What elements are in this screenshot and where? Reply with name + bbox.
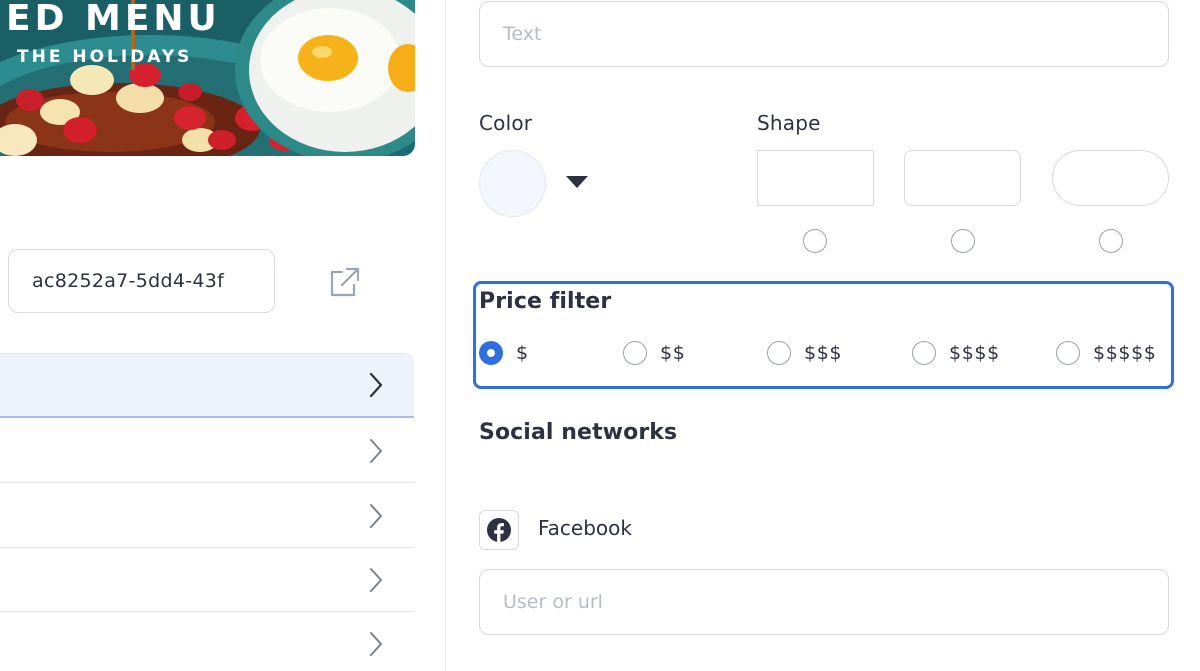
shape-label: Shape: [757, 111, 821, 135]
price-radio-1[interactable]: [479, 341, 503, 365]
banner-subline: THE HOLIDAYS: [17, 47, 192, 67]
shape-square-option[interactable]: [757, 150, 874, 206]
text-input[interactable]: Text: [479, 1, 1169, 67]
banner-headline: ED MENU: [6, 0, 221, 39]
color-label: Color: [479, 111, 533, 135]
price-option-3[interactable]: $$$: [767, 340, 842, 366]
price-option-4[interactable]: $$$$: [912, 340, 1000, 366]
price-option-label: $$$$$: [1093, 342, 1157, 364]
shape-pill-radio[interactable]: [1099, 229, 1123, 253]
list-item[interactable]: [0, 484, 414, 548]
price-radio-2[interactable]: [623, 341, 647, 365]
price-radio-4[interactable]: [912, 341, 936, 365]
shape-rounded-radio[interactable]: [951, 229, 975, 253]
facebook-icon: [479, 510, 519, 550]
list-item[interactable]: [0, 419, 414, 483]
text-input-placeholder: Text: [503, 23, 542, 45]
banner-artwork: ED MENU THE HOLIDAYS: [0, 0, 415, 156]
facebook-user-placeholder: User or url: [503, 591, 603, 613]
color-swatch[interactable]: [479, 150, 546, 217]
price-option-label: $$: [660, 342, 686, 364]
list-item[interactable]: [0, 353, 414, 418]
social-networks-title: Social networks: [479, 420, 678, 445]
list-item[interactable]: [0, 548, 414, 612]
id-field[interactable]: ac8252a7-5dd4-43f: [8, 249, 275, 313]
price-option-2[interactable]: $$: [623, 340, 685, 366]
shape-rounded-option[interactable]: [904, 150, 1021, 206]
external-link-icon[interactable]: [326, 264, 362, 300]
facebook-label: Facebook: [538, 516, 632, 540]
chevron-right-icon: [370, 503, 382, 528]
price-radio-3[interactable]: [767, 341, 791, 365]
price-radio-5[interactable]: [1056, 341, 1080, 365]
price-filter-title: Price filter: [479, 289, 612, 314]
shape-square-radio[interactable]: [803, 229, 827, 253]
chevron-right-icon: [370, 438, 382, 463]
price-option-label: $$$: [804, 342, 843, 364]
menu-banner-image: ED MENU THE HOLIDAYS: [0, 0, 415, 156]
price-option-label: $: [516, 342, 529, 364]
facebook-user-input[interactable]: User or url: [479, 569, 1169, 635]
price-option-1[interactable]: $: [479, 340, 529, 366]
chevron-right-icon: [369, 372, 383, 398]
settings-form: Text Color Shape Price filter $ $$ $$$ $…: [447, 0, 1200, 671]
price-option-5[interactable]: $$$$$: [1056, 340, 1156, 366]
caret-down-icon[interactable]: [562, 170, 592, 194]
price-option-label: $$$$: [949, 342, 1000, 364]
chevron-right-icon: [370, 567, 382, 592]
left-panel: ED MENU THE HOLIDAYS ac8252a7-5dd4-43f: [0, 0, 446, 671]
id-value: ac8252a7-5dd4-43f: [32, 270, 225, 292]
chevron-right-icon: [370, 631, 382, 656]
list-item[interactable]: [0, 612, 414, 671]
shape-pill-option[interactable]: [1052, 150, 1169, 206]
